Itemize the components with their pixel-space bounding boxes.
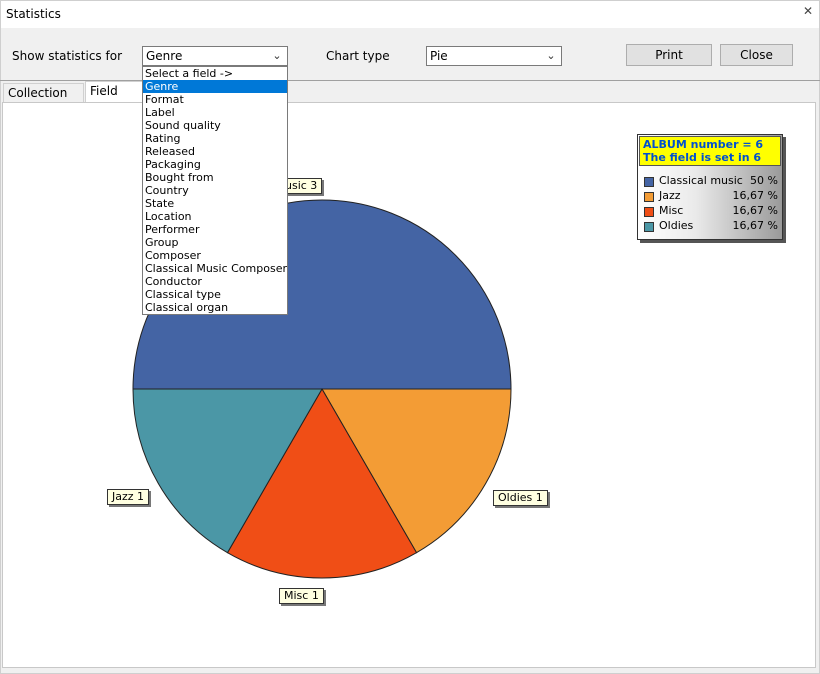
dropdown-option[interactable]: Select a field -> bbox=[143, 67, 287, 80]
legend-swatch bbox=[644, 207, 654, 217]
legend-field-count: The field is set in 6 bbox=[643, 151, 762, 164]
slice-label-jazz: Jazz 1 bbox=[107, 489, 150, 505]
field-dropdown-list[interactable]: Select a field -> Genre Format Label Sound q… bbox=[142, 66, 288, 315]
legend-swatch bbox=[644, 177, 654, 187]
dropdown-option[interactable]: Packaging bbox=[143, 158, 287, 171]
dropdown-option[interactable]: Classical organ bbox=[143, 301, 287, 314]
slice-label-oldies: Oldies 1 bbox=[493, 490, 548, 506]
legend-percent: 16,67 % bbox=[732, 219, 778, 232]
dropdown-option[interactable]: State bbox=[143, 197, 287, 210]
dropdown-option[interactable]: Format bbox=[143, 93, 287, 106]
legend-percent: 16,67 % bbox=[732, 189, 778, 202]
chart-legend: ALBUM number = 6 The field is set in 6 C… bbox=[637, 134, 783, 240]
legend-percent: 16,67 % bbox=[732, 204, 778, 217]
dropdown-option[interactable]: Bought from bbox=[143, 171, 287, 184]
dropdown-option[interactable]: Conductor bbox=[143, 275, 287, 288]
legend-name: Oldies bbox=[659, 219, 694, 232]
dropdown-option[interactable]: Sound quality bbox=[143, 119, 287, 132]
legend-percent: 50 % bbox=[750, 174, 778, 187]
legend-header: ALBUM number = 6 The field is set in 6 bbox=[639, 136, 781, 166]
dropdown-option[interactable]: Released bbox=[143, 145, 287, 158]
legend-swatch bbox=[644, 222, 654, 232]
legend-row: Jazz 16,67 % bbox=[642, 189, 780, 203]
legend-row: Misc 16,67 % bbox=[642, 204, 780, 218]
dropdown-option[interactable]: Classical Music Composer bbox=[143, 262, 287, 275]
dropdown-option[interactable]: Country bbox=[143, 184, 287, 197]
legend-name: Jazz bbox=[659, 189, 681, 202]
legend-row: Oldies 16,67 % bbox=[642, 219, 780, 233]
legend-name: Classical music bbox=[659, 174, 743, 187]
slice-label-misc: Misc 1 bbox=[279, 588, 324, 604]
dropdown-option[interactable]: Location bbox=[143, 210, 287, 223]
dropdown-option[interactable]: Group bbox=[143, 236, 287, 249]
pie-chart bbox=[132, 199, 512, 579]
legend-name: Misc bbox=[659, 204, 684, 217]
legend-swatch bbox=[644, 192, 654, 202]
dropdown-option[interactable]: Label bbox=[143, 106, 287, 119]
dropdown-option[interactable]: Rating bbox=[143, 132, 287, 145]
dropdown-option[interactable]: Genre bbox=[143, 80, 287, 93]
legend-album-count: ALBUM number = 6 bbox=[643, 138, 764, 151]
dropdown-option[interactable]: Composer bbox=[143, 249, 287, 262]
legend-row: Classical music 50 % bbox=[642, 174, 780, 188]
dropdown-option[interactable]: Classical type bbox=[143, 288, 287, 301]
dropdown-option[interactable]: Performer bbox=[143, 223, 287, 236]
